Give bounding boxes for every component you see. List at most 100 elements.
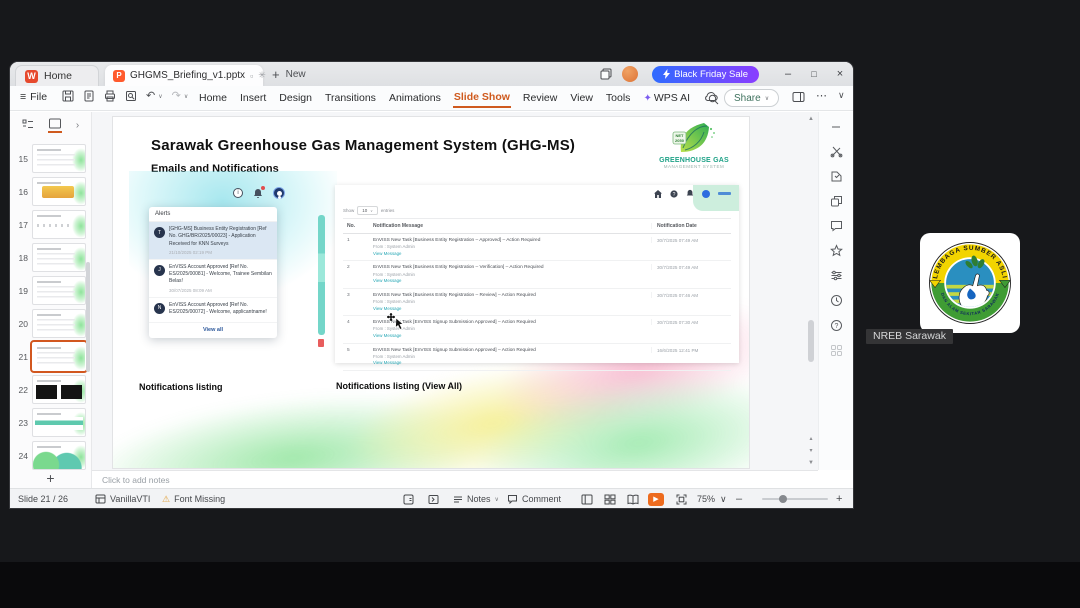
minimize-button[interactable]: – bbox=[775, 68, 801, 80]
pane-toggle-icon[interactable] bbox=[428, 489, 439, 508]
collapse-panel-icon[interactable]: › bbox=[76, 120, 79, 131]
screenshot-notifications-table: ? Show 10 ∨ entries No. Notification Mes… bbox=[335, 185, 739, 372]
maximize-button[interactable]: □ bbox=[801, 69, 827, 79]
tab-document[interactable]: P GHGMS_Briefing_v1.pptx ▫ ✳ bbox=[105, 65, 266, 86]
slide-title: Sarawak Greenhouse Gas Management System… bbox=[151, 137, 576, 154]
alerts-title: Alerts bbox=[149, 207, 277, 222]
slide-thumbnail-23[interactable] bbox=[32, 408, 86, 437]
task-window-icon[interactable] bbox=[403, 489, 414, 508]
thumbnail-scrollbar[interactable] bbox=[86, 262, 90, 372]
zoom-dropdown-icon[interactable]: ∨ bbox=[720, 489, 727, 508]
slideshow-play-button[interactable]: ▶ bbox=[648, 489, 664, 508]
slide-number: 18 bbox=[18, 252, 28, 263]
notes-bar[interactable]: Click to add notes bbox=[92, 470, 818, 488]
fit-screen-icon[interactable] bbox=[676, 489, 687, 508]
comment-pane-icon[interactable] bbox=[830, 220, 843, 232]
comment-toggle[interactable]: Comment bbox=[507, 489, 561, 508]
view-message-link[interactable]: View Message bbox=[373, 306, 651, 313]
scroll-up-icon[interactable]: ▲ bbox=[805, 116, 817, 122]
zoom-out-button[interactable]: – bbox=[736, 489, 742, 508]
next-slide-icon[interactable]: ▾ bbox=[805, 447, 817, 454]
slide-thumbnail-19[interactable] bbox=[32, 276, 86, 305]
slide-thumbnail-16[interactable] bbox=[32, 177, 86, 206]
share-dropdown-icon: ∨ bbox=[764, 95, 770, 102]
slide-thumbnail-18[interactable] bbox=[32, 243, 86, 272]
design-styles-icon[interactable] bbox=[830, 170, 843, 183]
slide-number: 20 bbox=[18, 318, 28, 329]
task-pane-icon[interactable] bbox=[792, 91, 805, 103]
account-avatar[interactable] bbox=[622, 66, 639, 82]
shapes-icon[interactable] bbox=[830, 195, 843, 208]
close-button[interactable]: × bbox=[827, 68, 853, 80]
theme-indicator[interactable]: VanillaVTI bbox=[95, 489, 150, 508]
slide-thumbnail-20[interactable] bbox=[32, 309, 86, 338]
slide-thumbnail-15[interactable] bbox=[32, 144, 86, 173]
alert-item[interactable]: T [GHG-MS] Business Entity Registration [… bbox=[149, 222, 277, 260]
tab-home[interactable]: W Home bbox=[15, 65, 99, 86]
slide-view-icon[interactable] bbox=[47, 118, 62, 133]
alert-text: EnVISS Account Approved [Ref No. ES/2025… bbox=[169, 301, 267, 315]
slide-sorter-icon[interactable] bbox=[604, 489, 616, 508]
row-message: EnVISS New Task [Business Entity Registr… bbox=[373, 238, 541, 243]
zoom-slider-track[interactable] bbox=[762, 498, 828, 500]
alert-item[interactable]: J EnVISS Account Approved [Ref No. ES/202… bbox=[149, 260, 277, 298]
reading-view-icon[interactable] bbox=[627, 489, 639, 508]
slide-thumbnail-24[interactable] bbox=[32, 441, 86, 470]
add-slide-button[interactable]: + bbox=[46, 470, 54, 486]
tab-home-label: Home bbox=[44, 70, 73, 82]
slide-number: 16 bbox=[18, 186, 28, 197]
more-options-icon[interactable]: ⋯ bbox=[816, 89, 827, 102]
view-message-link[interactable]: View Message bbox=[373, 278, 651, 285]
view-message-link[interactable]: View Message bbox=[373, 251, 651, 258]
black-friday-sale-button[interactable]: Black Friday Sale bbox=[652, 65, 759, 83]
scroll-down-icon[interactable]: ▼ bbox=[805, 460, 817, 466]
scrollbar-thumb[interactable] bbox=[808, 320, 814, 362]
canvas-scrollbar[interactable]: ▲ ▴ ▾ ▼ bbox=[805, 114, 817, 468]
thumbnail-row: 24 bbox=[10, 439, 87, 470]
tab-window-icon[interactable]: ▫ bbox=[250, 71, 253, 81]
history-clock-icon[interactable] bbox=[830, 294, 843, 307]
slide-thumbnail-17[interactable] bbox=[32, 210, 86, 239]
notes-toggle[interactable]: Notes ∨ bbox=[453, 489, 499, 508]
info-icon: i bbox=[233, 188, 243, 198]
zoom-in-button[interactable]: + bbox=[836, 489, 842, 508]
previous-slide-icon[interactable]: ▴ bbox=[805, 435, 817, 442]
slide-number: 22 bbox=[18, 384, 28, 395]
outline-view-icon[interactable] bbox=[22, 119, 34, 132]
slide-thumbnail-21[interactable] bbox=[30, 340, 87, 373]
new-tab-label: New bbox=[285, 69, 306, 80]
table-row[interactable]: 1 EnVISS New Task [Business Entity Regist… bbox=[343, 234, 731, 262]
new-tab-button[interactable]: + New bbox=[272, 67, 306, 82]
zoom-slider-knob[interactable] bbox=[779, 495, 787, 503]
svg-text:?: ? bbox=[834, 323, 838, 330]
collapse-ribbon-icon[interactable]: ∨ bbox=[838, 90, 845, 101]
row-from: From : System Admin bbox=[373, 326, 415, 332]
slide-thumbnail-22[interactable] bbox=[32, 375, 86, 404]
view-message-link[interactable]: View Message bbox=[373, 333, 651, 340]
font-missing-warning[interactable]: ⚠ Font Missing bbox=[162, 489, 225, 508]
col-message: Notification Message bbox=[373, 223, 424, 229]
home-icon bbox=[654, 189, 662, 198]
wps-logo-icon: W bbox=[25, 69, 38, 83]
alert-item[interactable]: N EnVISS Account Approved [Ref No. ES/202… bbox=[149, 298, 277, 323]
alert-avatar: J bbox=[154, 264, 165, 276]
row-number: 2 bbox=[347, 265, 350, 271]
help-circle-icon[interactable]: ? bbox=[830, 319, 843, 332]
zoom-level[interactable]: 75% bbox=[697, 489, 715, 508]
profile-icon bbox=[273, 187, 285, 199]
table-row[interactable]: 2 EnVISS New Task [Business Entity Regist… bbox=[343, 261, 731, 289]
participant-video-tile[interactable]: LEMBAGA SUMBER ASLI DAN ALAM SEKITAR SAR… bbox=[920, 233, 1020, 333]
normal-view-icon[interactable] bbox=[581, 489, 593, 508]
favorites-icon[interactable] bbox=[829, 244, 843, 257]
view-message-link[interactable]: View Message bbox=[373, 360, 651, 367]
quick-tools-icon[interactable] bbox=[830, 145, 843, 158]
table-row[interactable]: 5 EnVISS New Task [EnVISS Signup Submissi… bbox=[343, 344, 731, 372]
slide-21[interactable]: Sarawak Greenhouse Gas Management System… bbox=[112, 116, 750, 469]
share-button[interactable]: Share ∨ bbox=[724, 89, 780, 107]
window-stack-icon[interactable] bbox=[600, 68, 612, 80]
settings-sliders-icon[interactable] bbox=[830, 269, 843, 282]
bell-icon bbox=[253, 185, 265, 199]
cloud-sync-icon[interactable] bbox=[704, 91, 718, 102]
collapse-sidebar-icon[interactable] bbox=[830, 121, 842, 133]
apps-grid-icon[interactable] bbox=[830, 344, 843, 357]
